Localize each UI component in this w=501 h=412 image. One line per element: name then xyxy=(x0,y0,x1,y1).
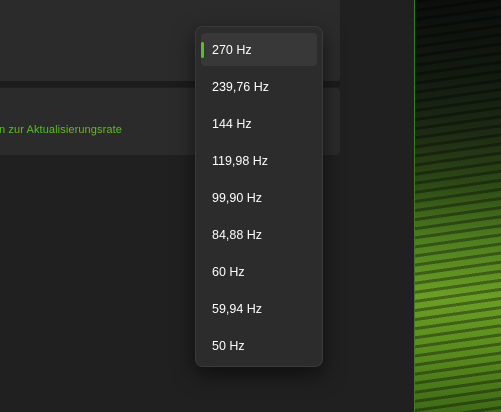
refresh-rate-option[interactable]: 50 Hz xyxy=(201,329,317,362)
option-label: 84,88 Hz xyxy=(212,227,263,242)
refresh-rate-option[interactable]: 239,76 Hz xyxy=(201,70,317,103)
selection-indicator xyxy=(201,42,204,58)
option-label: 99,90 Hz xyxy=(212,190,263,205)
refresh-rate-option[interactable]: 59,94 Hz xyxy=(201,292,317,325)
refresh-rate-option[interactable]: 99,90 Hz xyxy=(201,181,317,214)
option-label: 60 Hz xyxy=(212,264,245,279)
refresh-rate-option[interactable]: 144 Hz xyxy=(201,107,317,140)
option-label: 59,94 Hz xyxy=(212,301,263,316)
option-label: 144 Hz xyxy=(212,116,252,131)
refresh-rate-help-link[interactable]: n zur Aktualisierungsrate xyxy=(0,124,122,136)
refresh-rate-option[interactable]: 119,98 Hz xyxy=(201,144,317,177)
refresh-rate-option[interactable]: 84,88 Hz xyxy=(201,218,317,251)
screen: n zur Aktualisierungsrate 270 Hz 239,76 … xyxy=(0,0,501,412)
refresh-rate-option[interactable]: 270 Hz xyxy=(201,33,317,66)
option-label: 239,76 Hz xyxy=(212,79,269,94)
refresh-rate-dropdown-menu: 270 Hz 239,76 Hz 144 Hz 119,98 Hz 99,90 … xyxy=(195,26,323,367)
refresh-rate-option[interactable]: 60 Hz xyxy=(201,255,317,288)
option-label: 50 Hz xyxy=(212,338,245,353)
option-label: 270 Hz xyxy=(212,42,252,57)
desktop-wallpaper xyxy=(415,0,501,412)
option-label: 119,98 Hz xyxy=(212,153,269,168)
